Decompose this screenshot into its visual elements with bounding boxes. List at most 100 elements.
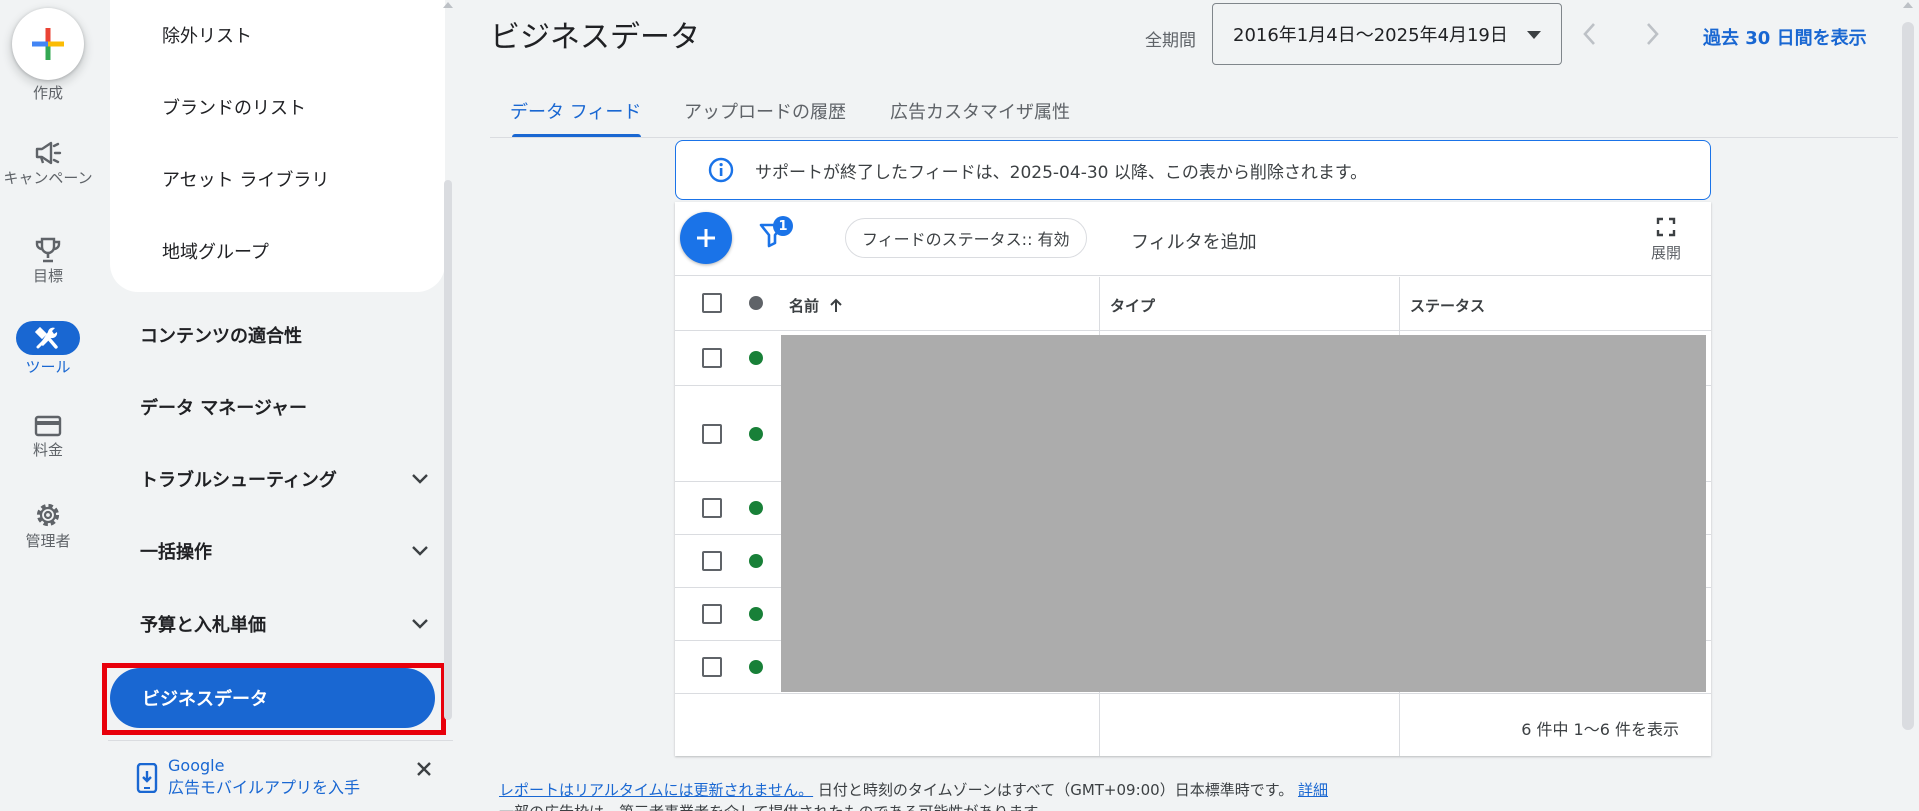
nav-item-troubleshooting[interactable]: トラブルシューティング — [140, 466, 430, 492]
rail-label-tools: ツール — [25, 358, 71, 376]
tab-data-feeds[interactable]: データ フィード — [510, 98, 641, 124]
date-range-select[interactable]: 2016年1月4日～2025年4月19日 — [1212, 3, 1562, 65]
table-footer: 6 件中 1～6 件を表示 — [675, 693, 1711, 756]
status-dot-enabled — [749, 351, 763, 365]
megaphone-icon — [35, 141, 62, 165]
rail-item-tools[interactable]: ツール — [0, 321, 96, 376]
submenu-item-exclusion-lists[interactable]: 除外リスト — [162, 22, 252, 48]
add-filter-button[interactable]: フィルタを追加 — [1131, 228, 1257, 254]
main-scroll-up-arrow[interactable] — [1902, 0, 1914, 14]
create-label: 作成 — [32, 84, 63, 102]
promo-close-button[interactable] — [416, 761, 432, 777]
tab-upload-history[interactable]: アップロードの履歴 — [684, 98, 846, 124]
table-toolbar: 1 フィードのステータス:: 有効 フィルタを追加 展開 — [675, 202, 1711, 276]
status-dot-enabled — [749, 660, 763, 674]
select-all-checkbox[interactable] — [702, 293, 722, 313]
rail-item-campaigns[interactable]: キャンペーン — [0, 140, 96, 187]
page-title: ビジネスデータ — [490, 20, 700, 55]
column-header-type[interactable]: タイプ — [1110, 295, 1155, 316]
mobile-app-promo: Google 広告モバイルアプリを入手 — [108, 740, 453, 811]
nav-scroll-up-arrow[interactable] — [440, 0, 456, 14]
add-feed-button[interactable] — [680, 212, 732, 264]
expand-button[interactable]: 展開 — [1641, 216, 1691, 263]
chevron-right-icon — [1647, 23, 1659, 45]
rail-item-billing[interactable]: 料金 — [0, 414, 96, 459]
row-checkbox[interactable] — [702, 657, 722, 677]
trophy-icon — [35, 237, 61, 263]
create-button[interactable] — [12, 8, 84, 80]
rail-label-admin: 管理者 — [25, 532, 71, 550]
chevron-down-icon — [412, 474, 428, 484]
table-header: 名前 タイプ ステータス — [675, 277, 1711, 331]
promo-line-1: Google — [168, 756, 225, 775]
column-header-status[interactable]: ステータス — [1410, 295, 1485, 316]
active-tab-indicator — [512, 134, 641, 137]
timezone-note: 日付と時刻のタイムゾーンはすべて（GMT+09:00）日本標準時です。 — [817, 781, 1294, 799]
nav-scrollbar-thumb[interactable] — [444, 180, 452, 720]
rail-item-goals[interactable]: 目標 — [0, 236, 96, 285]
main-scrollbar-thumb[interactable] — [1902, 22, 1914, 730]
details-link[interactable]: 詳細 — [1298, 781, 1328, 799]
nav-item-label: ビジネスデータ — [142, 689, 268, 710]
nav-item-label: 予算と入札単価 — [140, 615, 266, 636]
status-dot-enabled — [749, 607, 763, 621]
nav-item-business-data[interactable]: ビジネスデータ — [110, 668, 435, 728]
status-dot-enabled — [749, 501, 763, 515]
filter-count-badge: 1 — [773, 216, 793, 236]
submenu-item-location-groups[interactable]: 地域グループ — [162, 238, 269, 264]
info-icon — [708, 157, 734, 183]
status-dot-enabled — [749, 427, 763, 441]
nav-item-budgets-bidding[interactable]: 予算と入札単価 — [140, 611, 430, 637]
submenu-item-asset-library[interactable]: アセット ライブラリ — [162, 166, 329, 192]
nav-item-label: コンテンツの適合性 — [140, 326, 302, 347]
nav-item-label: データ マネージャー — [140, 398, 308, 419]
promo-link[interactable]: Google 広告モバイルアプリを入手 — [168, 755, 360, 799]
feeds-table-card: 1 フィードのステータス:: 有効 フィルタを追加 展開 名前 タイプ ステータ… — [675, 202, 1711, 756]
status-dot-enabled — [749, 554, 763, 568]
tools-nav-panel: 除外リスト ブランドのリスト アセット ライブラリ 地域グループ コンテンツの適… — [102, 0, 456, 811]
submenu-item-brand-lists[interactable]: ブランドのリスト — [162, 94, 306, 120]
show-last-30-days-link[interactable]: 過去 30 日間を表示 — [1703, 24, 1867, 50]
nav-item-label: トラブルシューティング — [140, 470, 337, 491]
tab-ad-customizer-attributes[interactable]: 広告カスタマイザ属性 — [890, 98, 1070, 124]
realtime-note-link[interactable]: レポートはリアルタイムには更新されません。 — [499, 781, 813, 799]
row-checkbox[interactable] — [702, 551, 722, 571]
rail-label-goals: 目標 — [32, 267, 63, 285]
row-count-text: 6 件中 1～6 件を表示 — [1521, 720, 1679, 739]
navigation-rail: 作成 キャンペーン 目標 ツール 料金 管理者 — [0, 0, 96, 811]
date-range-value: 2016年1月4日～2025年4月19日 — [1233, 25, 1508, 46]
filter-chip-feed-status[interactable]: フィードのステータス:: 有効 — [845, 218, 1087, 258]
column-header-name[interactable]: 名前 — [789, 295, 845, 316]
footer-note: レポートはリアルタイムには更新されません。 日付と時刻のタイムゾーンはすべて（G… — [499, 779, 1328, 800]
caret-down-icon — [1527, 31, 1541, 39]
rail-label-campaigns: キャンペーン — [3, 169, 93, 187]
info-notice: サポートが終了したフィードは、2025-04-30 以降、この表から削除されます… — [675, 140, 1711, 200]
tab-bar: データ フィード アップロードの履歴 広告カスタマイザ属性 — [490, 80, 1898, 138]
row-checkbox[interactable] — [702, 604, 722, 624]
next-period-button[interactable] — [1642, 20, 1662, 48]
chevron-left-icon — [1583, 23, 1595, 45]
rail-label-billing: 料金 — [32, 441, 63, 459]
phone-download-icon — [136, 763, 158, 793]
fullscreen-icon — [1656, 217, 1676, 237]
gear-icon — [36, 503, 60, 527]
rail-item-admin[interactable]: 管理者 — [0, 501, 96, 550]
nav-item-label: 一括操作 — [140, 542, 212, 563]
submenu-card: 除外リスト ブランドのリスト アセット ライブラリ 地域グループ — [110, 0, 445, 292]
row-checkbox[interactable] — [702, 424, 722, 444]
close-icon — [417, 762, 431, 776]
column-header-label: 名前 — [789, 297, 820, 315]
nav-item-data-manager[interactable]: データ マネージャー — [140, 394, 430, 420]
row-checkbox[interactable] — [702, 348, 722, 368]
row-checkbox[interactable] — [702, 498, 722, 518]
plus-icon — [697, 229, 715, 247]
chevron-down-icon — [412, 619, 428, 629]
expand-label: 展開 — [1650, 244, 1681, 262]
period-label: 全期間 — [1145, 31, 1196, 51]
previous-period-button[interactable] — [1580, 20, 1600, 48]
nav-item-bulk-actions[interactable]: 一括操作 — [140, 538, 430, 564]
nav-item-content-suitability[interactable]: コンテンツの適合性 — [140, 322, 430, 348]
footer-note-2: 一部の広告枠は、第三者事業者を介して提供されたものである可能性があります。 — [499, 801, 1052, 811]
credit-card-icon — [34, 415, 62, 437]
tools-icon — [34, 326, 58, 349]
